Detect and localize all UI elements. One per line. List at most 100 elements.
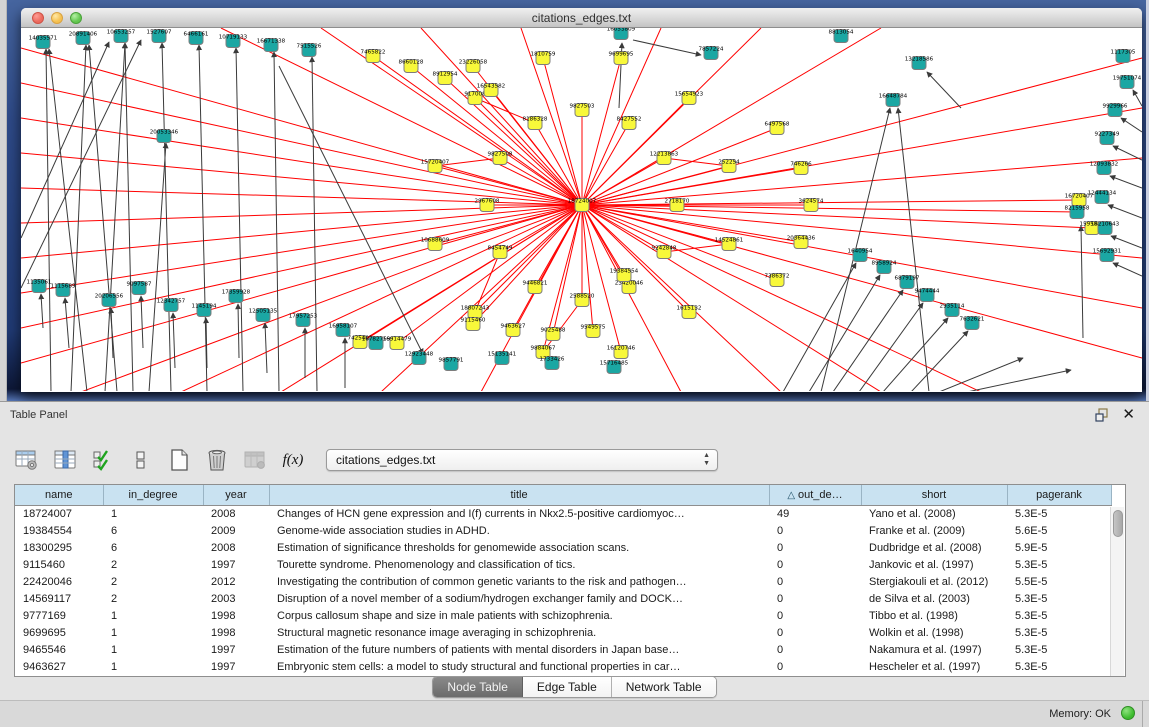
- red-citation-edge[interactable]: [582, 200, 1079, 205]
- column-header-title[interactable]: title: [269, 485, 769, 505]
- graph-node[interactable]: 16053809: [607, 28, 636, 40]
- graph-node[interactable]: 1810759: [531, 52, 556, 65]
- graph-node[interactable]: 8958924: [872, 261, 897, 274]
- table-cell[interactable]: Estimation of the future numbers of pati…: [269, 641, 769, 658]
- table-cell[interactable]: Wolkin et al. (1998): [861, 624, 1007, 641]
- black-citation-edge[interactable]: [71, 45, 86, 391]
- table-cell[interactable]: 0: [769, 522, 861, 539]
- table-cell[interactable]: 5.9E-5: [1007, 539, 1111, 556]
- graph-node[interactable]: 7386372: [765, 274, 790, 287]
- black-citation-edge[interactable]: [783, 263, 856, 391]
- table-cell[interactable]: 49: [769, 505, 861, 522]
- black-citation-edge[interactable]: [279, 66, 423, 354]
- graph-node[interactable]: 17957253: [289, 314, 318, 327]
- table-cell[interactable]: 9699695: [15, 624, 103, 641]
- graph-node[interactable]: 9827503: [570, 104, 595, 117]
- graph-node[interactable]: 16671338: [257, 39, 286, 52]
- graph-node[interactable]: 10653257: [107, 30, 136, 43]
- graph-node[interactable]: 20364436: [787, 236, 816, 249]
- column-header-in_degree[interactable]: in_degree: [103, 485, 203, 505]
- table-cell[interactable]: 19384554: [15, 522, 103, 539]
- table-cell[interactable]: 5.3E-5: [1007, 505, 1111, 522]
- table-cell[interactable]: 22420046: [15, 573, 103, 590]
- graph-node[interactable]: 8186328: [523, 117, 548, 130]
- table-cell[interactable]: 5.3E-5: [1007, 641, 1111, 658]
- network-view-window[interactable]: citations_edges.txt 18724007982750381863…: [21, 8, 1142, 392]
- red-citation-edge[interactable]: [543, 300, 582, 352]
- graph-node[interactable]: 20053346: [150, 130, 179, 143]
- black-citation-edge[interactable]: [939, 358, 1023, 391]
- black-citation-edge[interactable]: [89, 45, 117, 391]
- table-cell[interactable]: Jankovic et al. (1997): [861, 556, 1007, 573]
- table-cell[interactable]: Dudbridge et al. (2008): [861, 539, 1007, 556]
- black-citation-edge[interactable]: [1113, 263, 1142, 276]
- table-cell[interactable]: 6: [103, 522, 203, 539]
- black-citation-edge[interactable]: [1108, 205, 1142, 218]
- trash-icon[interactable]: [204, 447, 230, 473]
- black-citation-edge[interactable]: [21, 42, 109, 238]
- column-header-out_de[interactable]: △out_de…: [769, 485, 861, 505]
- table-cell[interactable]: 6: [103, 539, 203, 556]
- close-panel-icon[interactable]: ✕: [1122, 405, 1135, 423]
- network-canvas[interactable]: 1872400798275038186328982750829676088454…: [21, 28, 1142, 391]
- graph-node[interactable]: 15692931: [1093, 249, 1122, 262]
- red-citation-edge[interactable]: [21, 205, 582, 223]
- graph-node[interactable]: 7857224: [699, 47, 724, 60]
- table-cell[interactable]: Investigating the contribution of common…: [269, 573, 769, 590]
- table-cell[interactable]: 0: [769, 590, 861, 607]
- graph-node[interactable]: 252254: [718, 160, 740, 173]
- graph-node[interactable]: 1135061: [27, 280, 52, 293]
- table-scrollbar[interactable]: [1110, 507, 1124, 676]
- black-citation-edge[interactable]: [1113, 146, 1142, 160]
- graph-node[interactable]: 6466161: [184, 32, 209, 45]
- black-citation-edge[interactable]: [149, 143, 166, 391]
- table-row[interactable]: 946362711997Embryonic stem cells: a mode…: [15, 658, 1111, 675]
- graph-node[interactable]: 2935114: [940, 304, 965, 317]
- black-citation-edge[interactable]: [199, 45, 207, 391]
- scrollbar-thumb[interactable]: [1113, 510, 1123, 537]
- black-citation-edge[interactable]: [898, 108, 929, 391]
- table-cell[interactable]: 1: [103, 505, 203, 522]
- column-header-year[interactable]: year: [203, 485, 269, 505]
- graph-node[interactable]: 6497568: [765, 122, 790, 135]
- black-citation-edge[interactable]: [833, 290, 903, 391]
- graph-node[interactable]: 14035571: [29, 36, 58, 49]
- table-cell[interactable]: Genome-wide association studies in ADHD.: [269, 522, 769, 539]
- table-cell[interactable]: Tourette syndrome. Phenomenology and cla…: [269, 556, 769, 573]
- table-settings-icon[interactable]: [14, 447, 40, 473]
- black-citation-edge[interactable]: [1133, 90, 1142, 106]
- graph-node[interactable]: 7515526: [297, 44, 322, 57]
- tab-node-table[interactable]: Node Table: [433, 677, 523, 697]
- citation-network-graph[interactable]: 1872400798275038186328982750829676088454…: [21, 28, 1142, 391]
- table-cell[interactable]: 2: [103, 590, 203, 607]
- red-citation-edge[interactable]: [421, 28, 582, 205]
- zoom-window-icon[interactable]: [70, 12, 82, 24]
- table-cell[interactable]: 2003: [203, 590, 269, 607]
- table-cell[interactable]: 5.3E-5: [1007, 607, 1111, 624]
- graph-node[interactable]: 9115460: [461, 318, 486, 331]
- red-citation-edge[interactable]: [475, 205, 582, 312]
- black-citation-edge[interactable]: [312, 57, 317, 391]
- graph-node[interactable]: 9549575: [581, 325, 606, 338]
- table-cell[interactable]: Yano et al. (2008): [861, 505, 1007, 522]
- graph-node[interactable]: 9025488: [541, 328, 566, 341]
- black-citation-edge[interactable]: [1110, 176, 1142, 188]
- graph-node[interactable]: 8427552: [617, 117, 642, 130]
- black-citation-edge[interactable]: [809, 275, 880, 391]
- table-cell[interactable]: 2: [103, 573, 203, 590]
- table-cell[interactable]: 2008: [203, 539, 269, 556]
- graph-node[interactable]: 9857791: [439, 358, 464, 371]
- tab-network-table[interactable]: Network Table: [612, 677, 716, 697]
- black-citation-edge[interactable]: [1081, 226, 1083, 338]
- table-cell[interactable]: Nakamura et al. (1997): [861, 641, 1007, 658]
- table-cell[interactable]: 0: [769, 624, 861, 641]
- table-cell[interactable]: de Silva et al. (2003): [861, 590, 1007, 607]
- table-cell[interactable]: Corpus callosum shape and size in male p…: [269, 607, 769, 624]
- table-cell[interactable]: Disruption of a novel member of a sodium…: [269, 590, 769, 607]
- table-cell[interactable]: 2009: [203, 522, 269, 539]
- graph-node[interactable]: 1527607: [147, 30, 172, 43]
- table-cell[interactable]: 5.3E-5: [1007, 590, 1111, 607]
- graph-node[interactable]: 9463627: [501, 324, 526, 337]
- graph-node[interactable]: 8912954: [433, 72, 458, 85]
- table-cell[interactable]: 1998: [203, 607, 269, 624]
